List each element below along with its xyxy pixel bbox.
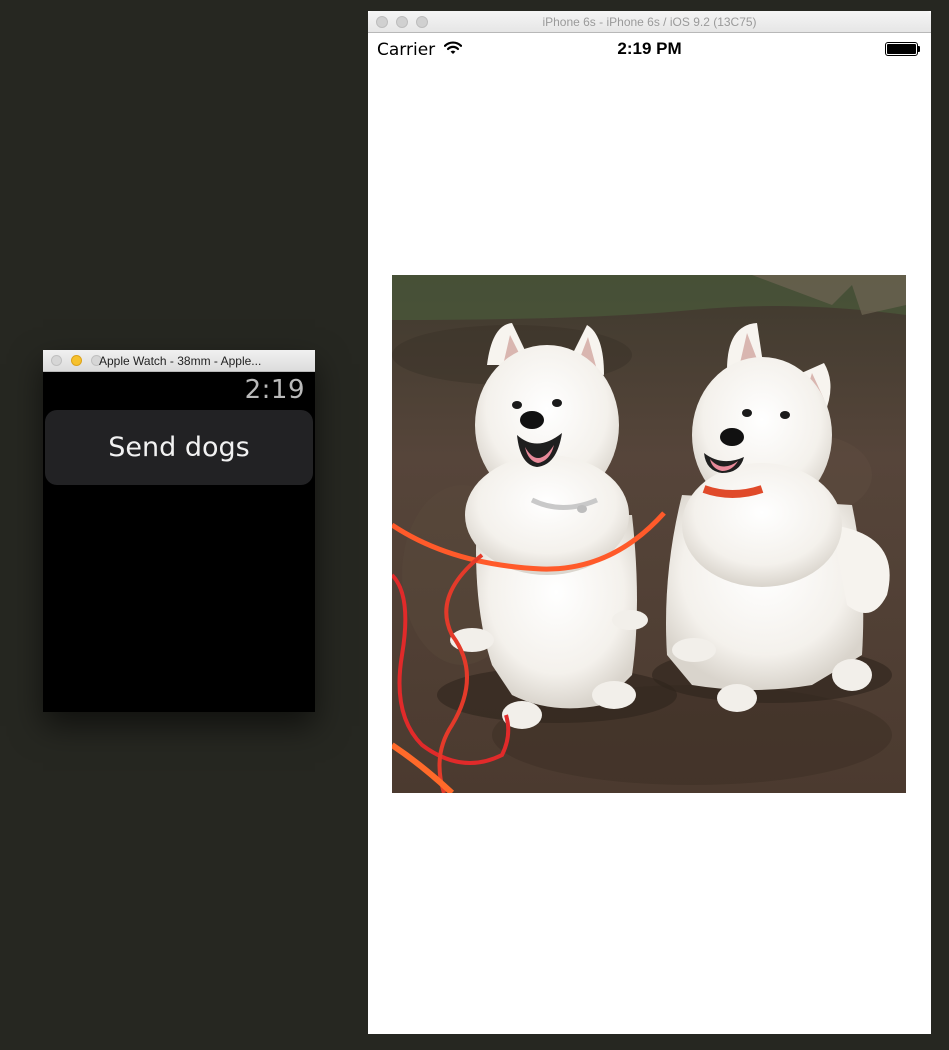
battery-tip-icon [918,46,920,52]
send-dogs-button[interactable]: Send dogs [45,410,313,485]
status-time: 2:19 PM [617,39,682,58]
watch-time: 2:19 [244,375,305,405]
iphone-screen: Carrier 2:19 PM [368,33,931,1034]
apple-watch-simulator-window: Apple Watch - 38mm - Apple... 2:19 Send … [43,350,315,712]
watch-window-title: Apple Watch - 38mm - Apple... [99,353,262,368]
battery-icon [885,42,918,56]
watch-screen: 2:19 Send dogs [43,372,315,712]
dogs-photo [392,275,906,793]
iphone-window-title: iPhone 6s - iPhone 6s / iOS 9.2 (13C75) [542,14,757,29]
iphone-simulator-window: iPhone 6s - iPhone 6s / iOS 9.2 (13C75) … [368,11,931,1034]
iphone-window-titlebar[interactable]: iPhone 6s - iPhone 6s / iOS 9.2 (13C75) [368,11,931,33]
watch-window-titlebar[interactable]: Apple Watch - 38mm - Apple... [43,350,315,372]
status-bar: Carrier 2:19 PM [368,33,931,67]
